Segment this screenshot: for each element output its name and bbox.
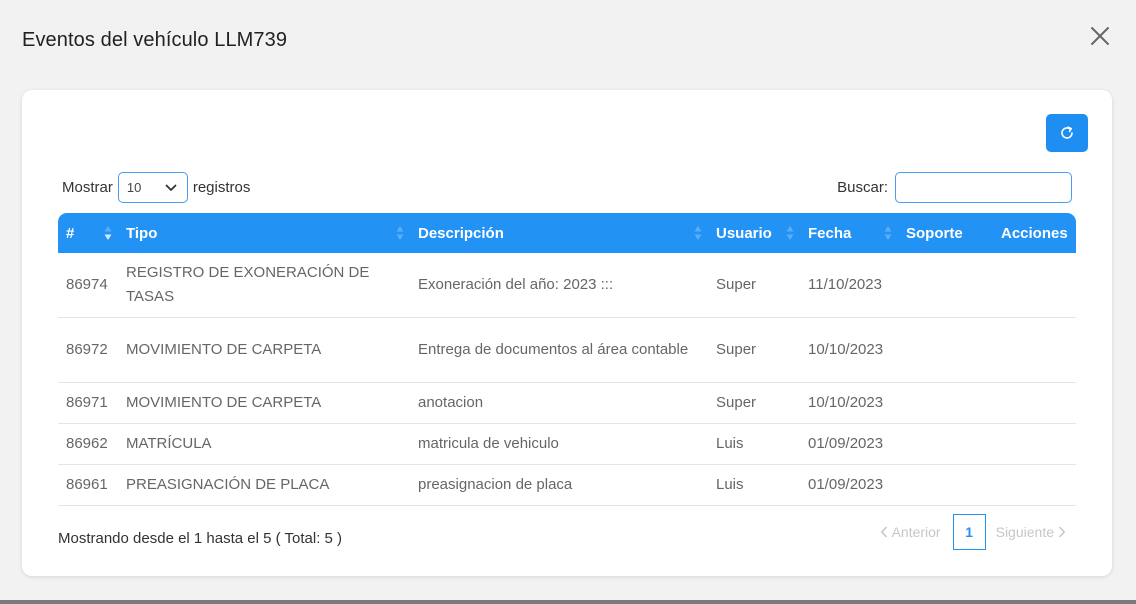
cell-acciones (993, 424, 1076, 465)
prev-page-label: Anterior (891, 524, 941, 540)
cell-descripcion: anotacion (410, 383, 708, 424)
cell-soporte (898, 253, 993, 318)
length-value: 10 (126, 180, 142, 195)
cell-fecha: 01/09/2023 (800, 465, 898, 506)
table-row: 86972 MOVIMIENTO DE CARPETA Entrega de d… (58, 318, 1076, 383)
cell-id: 86971 (58, 383, 118, 424)
cell-tipo: MOVIMIENTO DE CARPETA (118, 318, 410, 383)
refresh-button[interactable] (1046, 114, 1088, 152)
cell-id: 86961 (58, 465, 118, 506)
cell-id: 86962 (58, 424, 118, 465)
next-page-label: Siguiente (995, 524, 1054, 540)
search-label: Buscar: (837, 179, 888, 196)
cell-usuario: Super (708, 318, 800, 383)
column-header-fecha[interactable]: Fecha (800, 213, 898, 253)
cell-tipo: MATRÍCULA (118, 424, 410, 465)
events-table: # Tipo Descripción Usuario Fecha Soporte… (58, 213, 1076, 506)
table-row: 86971 MOVIMIENTO DE CARPETA anotacion Su… (58, 383, 1076, 424)
bottom-bar (0, 600, 1136, 604)
chevron-right-icon (1059, 526, 1065, 538)
length-prefix: Mostrar (62, 179, 113, 196)
sort-icon (396, 226, 404, 240)
cell-descripcion: Entrega de documentos al área contable (410, 318, 708, 383)
cell-soporte (898, 465, 993, 506)
length-control: Mostrar 10 registros (62, 172, 250, 203)
cell-usuario: Luis (708, 424, 800, 465)
column-header-usuario[interactable]: Usuario (708, 213, 800, 253)
cell-descripcion: Exoneración del año: 2023 ::: (410, 253, 708, 318)
cell-soporte (898, 318, 993, 383)
column-header-descripcion[interactable]: Descripción (410, 213, 708, 253)
close-icon (1091, 27, 1109, 45)
cell-id: 86974 (58, 253, 118, 318)
cell-descripcion: preasignacion de placa (410, 465, 708, 506)
sort-icon (786, 226, 794, 240)
column-header-tipo[interactable]: Tipo (118, 213, 410, 253)
chevron-left-icon (880, 526, 887, 538)
table-row: 86974 REGISTRO DE EXONERACIÓN DE TASAS E… (58, 253, 1076, 318)
cell-soporte (898, 424, 993, 465)
column-header-soporte: Soporte (898, 213, 993, 253)
pagination: Anterior 1 Siguiente (880, 514, 1066, 550)
cell-fecha: 01/09/2023 (800, 424, 898, 465)
table-info: Mostrando desde el 1 hasta el 5 ( Total:… (58, 530, 343, 547)
modal-title: Eventos del vehículo LLM739 (22, 29, 288, 51)
cell-descripcion: matricula de vehiculo (410, 424, 708, 465)
chevron-down-icon (165, 184, 177, 191)
sort-icon (884, 226, 892, 240)
sort-icon (694, 226, 702, 240)
cell-acciones (993, 465, 1076, 506)
column-header-acciones: Acciones (993, 213, 1076, 253)
cell-soporte (898, 383, 993, 424)
column-header-id[interactable]: # (58, 213, 118, 253)
table-row: 86961 PREASIGNACIÓN DE PLACA preasignaci… (58, 465, 1076, 506)
refresh-icon (1061, 126, 1073, 139)
cell-usuario: Super (708, 383, 800, 424)
table-row: 86962 MATRÍCULA matricula de vehiculo Lu… (58, 424, 1076, 465)
cell-acciones (993, 253, 1076, 318)
cell-id: 86972 (58, 318, 118, 383)
cell-acciones (993, 383, 1076, 424)
length-select[interactable]: 10 (117, 172, 188, 203)
length-suffix: registros (192, 179, 251, 196)
close-button[interactable] (1088, 24, 1112, 48)
cell-fecha: 11/10/2023 (800, 253, 898, 318)
events-card: Mostrar 10 registros Buscar: # Tipo Desc… (22, 90, 1112, 576)
cell-tipo: MOVIMIENTO DE CARPETA (118, 383, 410, 424)
sort-icon (104, 226, 112, 240)
next-page-button[interactable]: Siguiente (996, 524, 1066, 540)
cell-usuario: Super (708, 253, 800, 318)
table-header-row: # Tipo Descripción Usuario Fecha Soporte… (58, 213, 1076, 253)
cell-acciones (993, 318, 1076, 383)
cell-tipo: REGISTRO DE EXONERACIÓN DE TASAS (118, 253, 410, 318)
cell-fecha: 10/10/2023 (800, 318, 898, 383)
cell-usuario: Luis (708, 465, 800, 506)
search-control: Buscar: (837, 172, 1072, 203)
cell-fecha: 10/10/2023 (800, 383, 898, 424)
cell-tipo: PREASIGNACIÓN DE PLACA (118, 465, 410, 506)
search-input[interactable] (895, 172, 1072, 203)
page-1-button[interactable]: 1 (952, 514, 986, 550)
prev-page-button[interactable]: Anterior (880, 524, 941, 540)
